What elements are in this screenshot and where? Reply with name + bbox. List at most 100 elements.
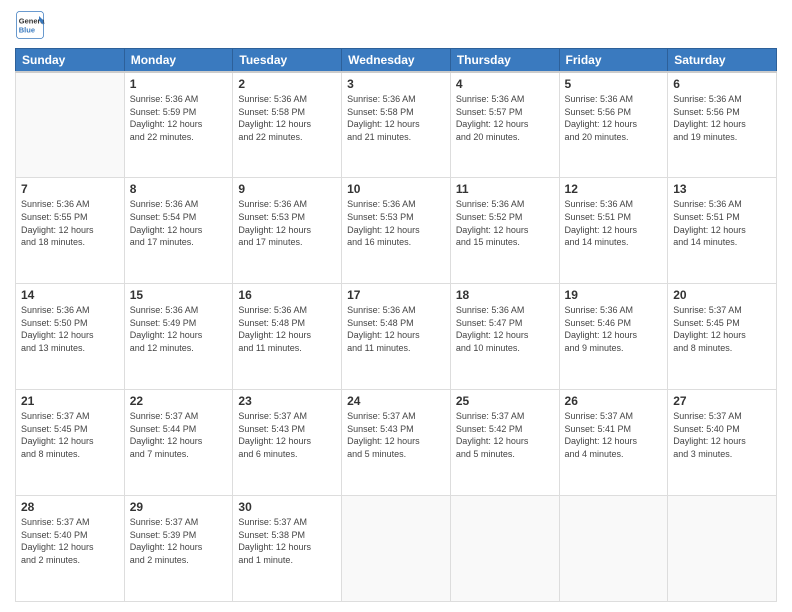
calendar-cell: 13 Sunrise: 5:36 AM Sunset: 5:51 PM Dayli… — [668, 178, 777, 284]
day-info: Sunrise: 5:37 AM Sunset: 5:41 PM Dayligh… — [565, 410, 663, 460]
day-info: Sunrise: 5:36 AM Sunset: 5:48 PM Dayligh… — [347, 304, 445, 354]
day-number: 23 — [238, 394, 336, 408]
logo-icon: General Blue — [15, 10, 45, 40]
weekday-header: Monday — [124, 49, 233, 73]
calendar-cell: 4 Sunrise: 5:36 AM Sunset: 5:57 PM Daylig… — [450, 72, 559, 178]
calendar-cell: 24 Sunrise: 5:37 AM Sunset: 5:43 PM Dayli… — [342, 390, 451, 496]
day-info: Sunrise: 5:36 AM Sunset: 5:47 PM Dayligh… — [456, 304, 554, 354]
calendar-cell: 9 Sunrise: 5:36 AM Sunset: 5:53 PM Daylig… — [233, 178, 342, 284]
weekday-header: Thursday — [450, 49, 559, 73]
calendar-cell: 25 Sunrise: 5:37 AM Sunset: 5:42 PM Dayli… — [450, 390, 559, 496]
day-number: 26 — [565, 394, 663, 408]
day-number: 13 — [673, 182, 771, 196]
day-info: Sunrise: 5:37 AM Sunset: 5:38 PM Dayligh… — [238, 516, 336, 566]
calendar-cell: 8 Sunrise: 5:36 AM Sunset: 5:54 PM Daylig… — [124, 178, 233, 284]
calendar: SundayMondayTuesdayWednesdayThursdayFrid… — [15, 48, 777, 602]
day-info: Sunrise: 5:36 AM Sunset: 5:50 PM Dayligh… — [21, 304, 119, 354]
day-info: Sunrise: 5:36 AM Sunset: 5:48 PM Dayligh… — [238, 304, 336, 354]
calendar-cell: 20 Sunrise: 5:37 AM Sunset: 5:45 PM Dayli… — [668, 284, 777, 390]
calendar-cell: 18 Sunrise: 5:36 AM Sunset: 5:47 PM Dayli… — [450, 284, 559, 390]
weekday-header: Wednesday — [342, 49, 451, 73]
day-info: Sunrise: 5:36 AM Sunset: 5:59 PM Dayligh… — [130, 93, 228, 143]
day-info: Sunrise: 5:36 AM Sunset: 5:53 PM Dayligh… — [238, 198, 336, 248]
day-number: 28 — [21, 500, 119, 514]
day-number: 10 — [347, 182, 445, 196]
day-number: 25 — [456, 394, 554, 408]
calendar-cell: 3 Sunrise: 5:36 AM Sunset: 5:58 PM Daylig… — [342, 72, 451, 178]
day-number: 14 — [21, 288, 119, 302]
calendar-cell: 26 Sunrise: 5:37 AM Sunset: 5:41 PM Dayli… — [559, 390, 668, 496]
calendar-cell: 1 Sunrise: 5:36 AM Sunset: 5:59 PM Daylig… — [124, 72, 233, 178]
day-info: Sunrise: 5:37 AM Sunset: 5:45 PM Dayligh… — [21, 410, 119, 460]
day-number: 1 — [130, 77, 228, 91]
calendar-cell: 10 Sunrise: 5:36 AM Sunset: 5:53 PM Dayli… — [342, 178, 451, 284]
weekday-header: Saturday — [668, 49, 777, 73]
calendar-cell: 19 Sunrise: 5:36 AM Sunset: 5:46 PM Dayli… — [559, 284, 668, 390]
calendar-cell: 17 Sunrise: 5:36 AM Sunset: 5:48 PM Dayli… — [342, 284, 451, 390]
calendar-cell: 12 Sunrise: 5:36 AM Sunset: 5:51 PM Dayli… — [559, 178, 668, 284]
day-number: 5 — [565, 77, 663, 91]
day-info: Sunrise: 5:36 AM Sunset: 5:55 PM Dayligh… — [21, 198, 119, 248]
day-info: Sunrise: 5:37 AM Sunset: 5:45 PM Dayligh… — [673, 304, 771, 354]
calendar-cell: 27 Sunrise: 5:37 AM Sunset: 5:40 PM Dayli… — [668, 390, 777, 496]
day-number: 6 — [673, 77, 771, 91]
calendar-cell — [668, 496, 777, 602]
day-number: 24 — [347, 394, 445, 408]
day-number: 30 — [238, 500, 336, 514]
day-number: 18 — [456, 288, 554, 302]
day-info: Sunrise: 5:36 AM Sunset: 5:58 PM Dayligh… — [238, 93, 336, 143]
day-info: Sunrise: 5:36 AM Sunset: 5:46 PM Dayligh… — [565, 304, 663, 354]
day-info: Sunrise: 5:37 AM Sunset: 5:39 PM Dayligh… — [130, 516, 228, 566]
day-number: 2 — [238, 77, 336, 91]
day-number: 11 — [456, 182, 554, 196]
day-number: 17 — [347, 288, 445, 302]
day-info: Sunrise: 5:36 AM Sunset: 5:58 PM Dayligh… — [347, 93, 445, 143]
calendar-cell — [450, 496, 559, 602]
day-info: Sunrise: 5:37 AM Sunset: 5:44 PM Dayligh… — [130, 410, 228, 460]
day-info: Sunrise: 5:36 AM Sunset: 5:51 PM Dayligh… — [565, 198, 663, 248]
day-number: 21 — [21, 394, 119, 408]
day-number: 27 — [673, 394, 771, 408]
calendar-cell: 23 Sunrise: 5:37 AM Sunset: 5:43 PM Dayli… — [233, 390, 342, 496]
calendar-cell: 30 Sunrise: 5:37 AM Sunset: 5:38 PM Dayli… — [233, 496, 342, 602]
day-number: 22 — [130, 394, 228, 408]
weekday-header: Tuesday — [233, 49, 342, 73]
day-number: 19 — [565, 288, 663, 302]
day-number: 9 — [238, 182, 336, 196]
day-info: Sunrise: 5:36 AM Sunset: 5:49 PM Dayligh… — [130, 304, 228, 354]
day-info: Sunrise: 5:36 AM Sunset: 5:53 PM Dayligh… — [347, 198, 445, 248]
day-number: 29 — [130, 500, 228, 514]
calendar-cell: 29 Sunrise: 5:37 AM Sunset: 5:39 PM Dayli… — [124, 496, 233, 602]
calendar-cell — [16, 72, 125, 178]
day-number: 12 — [565, 182, 663, 196]
day-info: Sunrise: 5:36 AM Sunset: 5:51 PM Dayligh… — [673, 198, 771, 248]
day-info: Sunrise: 5:37 AM Sunset: 5:42 PM Dayligh… — [456, 410, 554, 460]
day-info: Sunrise: 5:36 AM Sunset: 5:56 PM Dayligh… — [565, 93, 663, 143]
day-number: 8 — [130, 182, 228, 196]
day-number: 15 — [130, 288, 228, 302]
calendar-cell — [342, 496, 451, 602]
day-number: 3 — [347, 77, 445, 91]
day-info: Sunrise: 5:37 AM Sunset: 5:40 PM Dayligh… — [673, 410, 771, 460]
svg-text:Blue: Blue — [19, 26, 35, 35]
calendar-cell: 22 Sunrise: 5:37 AM Sunset: 5:44 PM Dayli… — [124, 390, 233, 496]
calendar-cell: 28 Sunrise: 5:37 AM Sunset: 5:40 PM Dayli… — [16, 496, 125, 602]
day-info: Sunrise: 5:36 AM Sunset: 5:56 PM Dayligh… — [673, 93, 771, 143]
day-info: Sunrise: 5:37 AM Sunset: 5:43 PM Dayligh… — [238, 410, 336, 460]
logo: General Blue — [15, 10, 49, 40]
day-info: Sunrise: 5:37 AM Sunset: 5:40 PM Dayligh… — [21, 516, 119, 566]
calendar-cell: 21 Sunrise: 5:37 AM Sunset: 5:45 PM Dayli… — [16, 390, 125, 496]
calendar-cell: 5 Sunrise: 5:36 AM Sunset: 5:56 PM Daylig… — [559, 72, 668, 178]
weekday-header: Sunday — [16, 49, 125, 73]
day-number: 7 — [21, 182, 119, 196]
day-info: Sunrise: 5:37 AM Sunset: 5:43 PM Dayligh… — [347, 410, 445, 460]
day-number: 4 — [456, 77, 554, 91]
day-info: Sunrise: 5:36 AM Sunset: 5:57 PM Dayligh… — [456, 93, 554, 143]
day-number: 20 — [673, 288, 771, 302]
day-info: Sunrise: 5:36 AM Sunset: 5:52 PM Dayligh… — [456, 198, 554, 248]
calendar-cell: 14 Sunrise: 5:36 AM Sunset: 5:50 PM Dayli… — [16, 284, 125, 390]
day-info: Sunrise: 5:36 AM Sunset: 5:54 PM Dayligh… — [130, 198, 228, 248]
calendar-cell — [559, 496, 668, 602]
calendar-cell: 11 Sunrise: 5:36 AM Sunset: 5:52 PM Dayli… — [450, 178, 559, 284]
calendar-cell: 15 Sunrise: 5:36 AM Sunset: 5:49 PM Dayli… — [124, 284, 233, 390]
